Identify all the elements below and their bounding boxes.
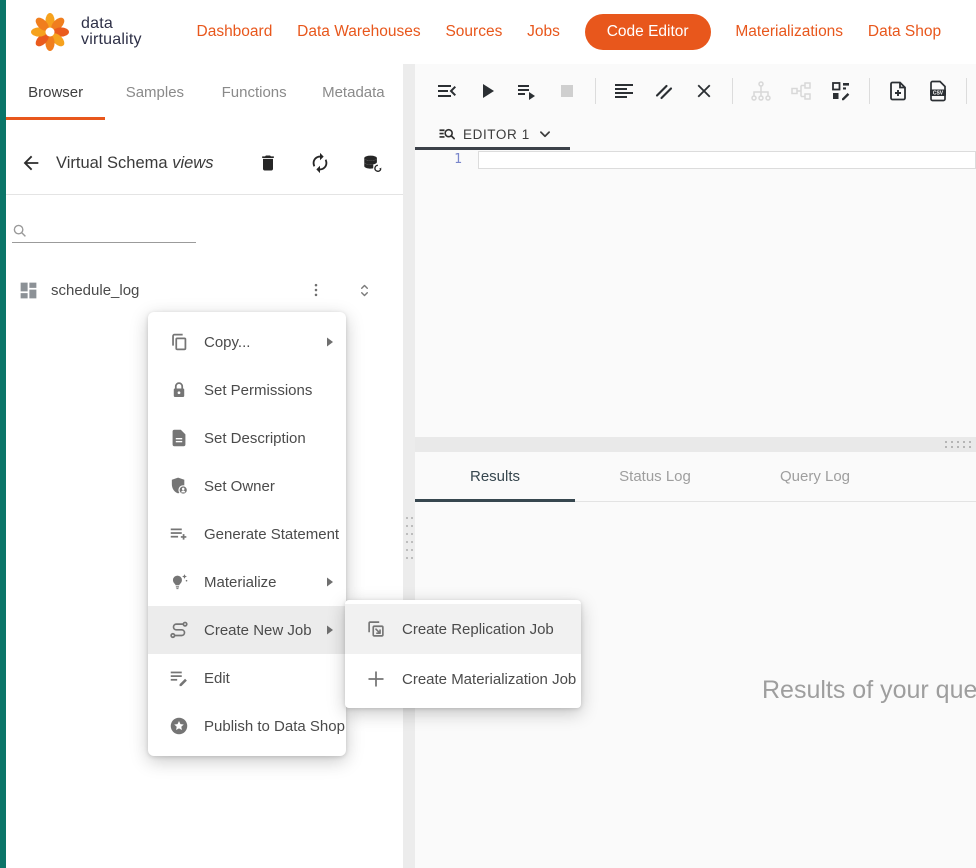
tab-editor-1[interactable]: EDITOR 1 — [415, 118, 568, 150]
code-editor-area[interactable]: 1 — [415, 150, 976, 437]
results-resize-bar[interactable] — [415, 437, 976, 452]
brand-name: datavirtuality — [81, 16, 142, 48]
menu-item-materialize[interactable]: Materialize — [148, 558, 346, 606]
back-button[interactable] — [18, 150, 44, 176]
menu-item-set-permissions[interactable]: Set Permissions — [148, 366, 346, 414]
dashboard-icon — [18, 280, 39, 301]
menu-item-create-new-job[interactable]: Create New Job — [148, 606, 346, 654]
search-icon — [12, 223, 28, 239]
copy-icon — [168, 331, 190, 353]
svg-text:CSV: CSV — [933, 91, 944, 97]
panel-divider[interactable] — [403, 64, 415, 868]
kebab-menu-icon[interactable] — [303, 277, 329, 303]
unfold-more-icon[interactable] — [351, 277, 377, 303]
dependencies-icon — [749, 79, 773, 103]
nav-dashboard[interactable]: Dashboard — [197, 23, 273, 41]
starburst-logo-icon — [28, 10, 72, 54]
tree-item-label: schedule_log — [51, 282, 139, 299]
menu-open-icon[interactable] — [435, 79, 459, 103]
tab-query-log[interactable]: Query Log — [735, 452, 895, 501]
owner-shield-icon — [168, 475, 190, 497]
results-tabs: Results Status Log Query Log — [415, 452, 976, 502]
nav-data-shop[interactable]: Data Shop — [868, 23, 941, 41]
stop-icon — [555, 79, 579, 103]
divider-drag-handle-icon[interactable] — [406, 517, 413, 559]
lineage-icon — [789, 79, 813, 103]
main-nav: Dashboard Data Warehouses Sources Jobs C… — [142, 14, 976, 50]
toolbar-separator — [966, 78, 967, 104]
replication-icon — [365, 618, 387, 640]
query-plan-edit-icon[interactable] — [829, 79, 853, 103]
link-off-icon[interactable] — [652, 79, 676, 103]
nav-data-warehouses[interactable]: Data Warehouses — [297, 23, 421, 41]
editor-tabs: EDITOR 1 — [415, 118, 976, 150]
format-sql-icon[interactable] — [612, 79, 636, 103]
tab-samples[interactable]: Samples — [105, 64, 204, 120]
tab-functions[interactable]: Functions — [205, 64, 304, 120]
app-window: datavirtuality Dashboard Data Warehouses… — [0, 0, 976, 868]
context-menu: Copy... Set Permissions — [148, 312, 346, 756]
submenu-arrow-icon — [326, 625, 334, 635]
lightbulb-sparkle-icon — [168, 571, 190, 593]
manage-search-icon — [437, 124, 457, 144]
menu-item-generate-statement[interactable]: Generate Statement — [148, 510, 346, 558]
search-box — [12, 223, 196, 243]
refresh-metadata-icon[interactable] — [359, 150, 385, 176]
edit-note-icon — [168, 667, 190, 689]
export-csv-icon[interactable]: CSV — [926, 79, 950, 103]
editor-panel: CSV — [415, 64, 976, 868]
menu-item-edit[interactable]: Edit — [148, 654, 346, 702]
menu-item-create-materialization-job[interactable]: Create Materialization Job — [345, 654, 581, 704]
delete-icon[interactable] — [255, 150, 281, 176]
new-file-icon[interactable] — [886, 79, 910, 103]
menu-item-create-replication-job[interactable]: Create Replication Job — [345, 604, 581, 654]
playlist-add-icon — [168, 523, 190, 545]
description-icon — [168, 427, 190, 449]
menu-item-set-description[interactable]: Set Description — [148, 414, 346, 462]
resize-drag-handle-icon[interactable] — [945, 441, 971, 448]
nav-jobs[interactable]: Jobs — [527, 23, 560, 41]
refresh-icon[interactable] — [307, 150, 333, 176]
search-input[interactable] — [34, 223, 215, 239]
menu-item-publish-to-data-shop[interactable]: Publish to Data Shop — [148, 702, 346, 750]
tab-metadata[interactable]: Metadata — [304, 64, 403, 120]
submenu-arrow-icon — [326, 337, 334, 347]
nav-sources[interactable]: Sources — [445, 23, 502, 41]
plus-icon — [365, 668, 387, 690]
toolbar-separator — [595, 78, 596, 104]
submenu-arrow-icon — [326, 577, 334, 587]
page-title: Virtual Schema views — [56, 154, 213, 173]
tree-item-schedule-log[interactable]: schedule_log — [6, 267, 403, 313]
toolbar-separator — [732, 78, 733, 104]
editor-active-line[interactable] — [478, 151, 976, 169]
tab-browser[interactable]: Browser — [6, 64, 105, 120]
toolbar-separator — [869, 78, 870, 104]
tab-results[interactable]: Results — [415, 452, 575, 501]
results-placeholder-text: Results of your querie — [762, 676, 976, 705]
browser-panel-tabs: Browser Samples Functions Metadata — [6, 64, 403, 120]
lock-icon — [168, 379, 190, 401]
tab-status-log[interactable]: Status Log — [575, 452, 735, 501]
editor-toolbar: CSV — [415, 64, 976, 118]
chevron-down-icon[interactable] — [536, 125, 554, 143]
run-script-icon[interactable] — [515, 79, 539, 103]
create-new-job-submenu: Create Replication Job Create Materializ… — [345, 600, 581, 708]
line-number: 1 — [415, 151, 478, 169]
top-navigation: datavirtuality Dashboard Data Warehouses… — [6, 0, 976, 64]
star-circle-icon — [168, 715, 190, 737]
header-divider — [6, 194, 403, 195]
schema-header: Virtual Schema views — [6, 140, 403, 186]
editor-tab-label: EDITOR 1 — [463, 127, 530, 142]
brand-logo[interactable]: datavirtuality — [28, 10, 142, 54]
menu-item-copy[interactable]: Copy... — [148, 318, 346, 366]
editor-line-1: 1 — [415, 151, 976, 169]
nav-materializations[interactable]: Materializations — [735, 23, 843, 41]
run-icon[interactable] — [475, 79, 499, 103]
clear-icon[interactable] — [692, 79, 716, 103]
job-route-icon — [168, 619, 190, 641]
menu-item-set-owner[interactable]: Set Owner — [148, 462, 346, 510]
nav-code-editor[interactable]: Code Editor — [585, 14, 711, 50]
